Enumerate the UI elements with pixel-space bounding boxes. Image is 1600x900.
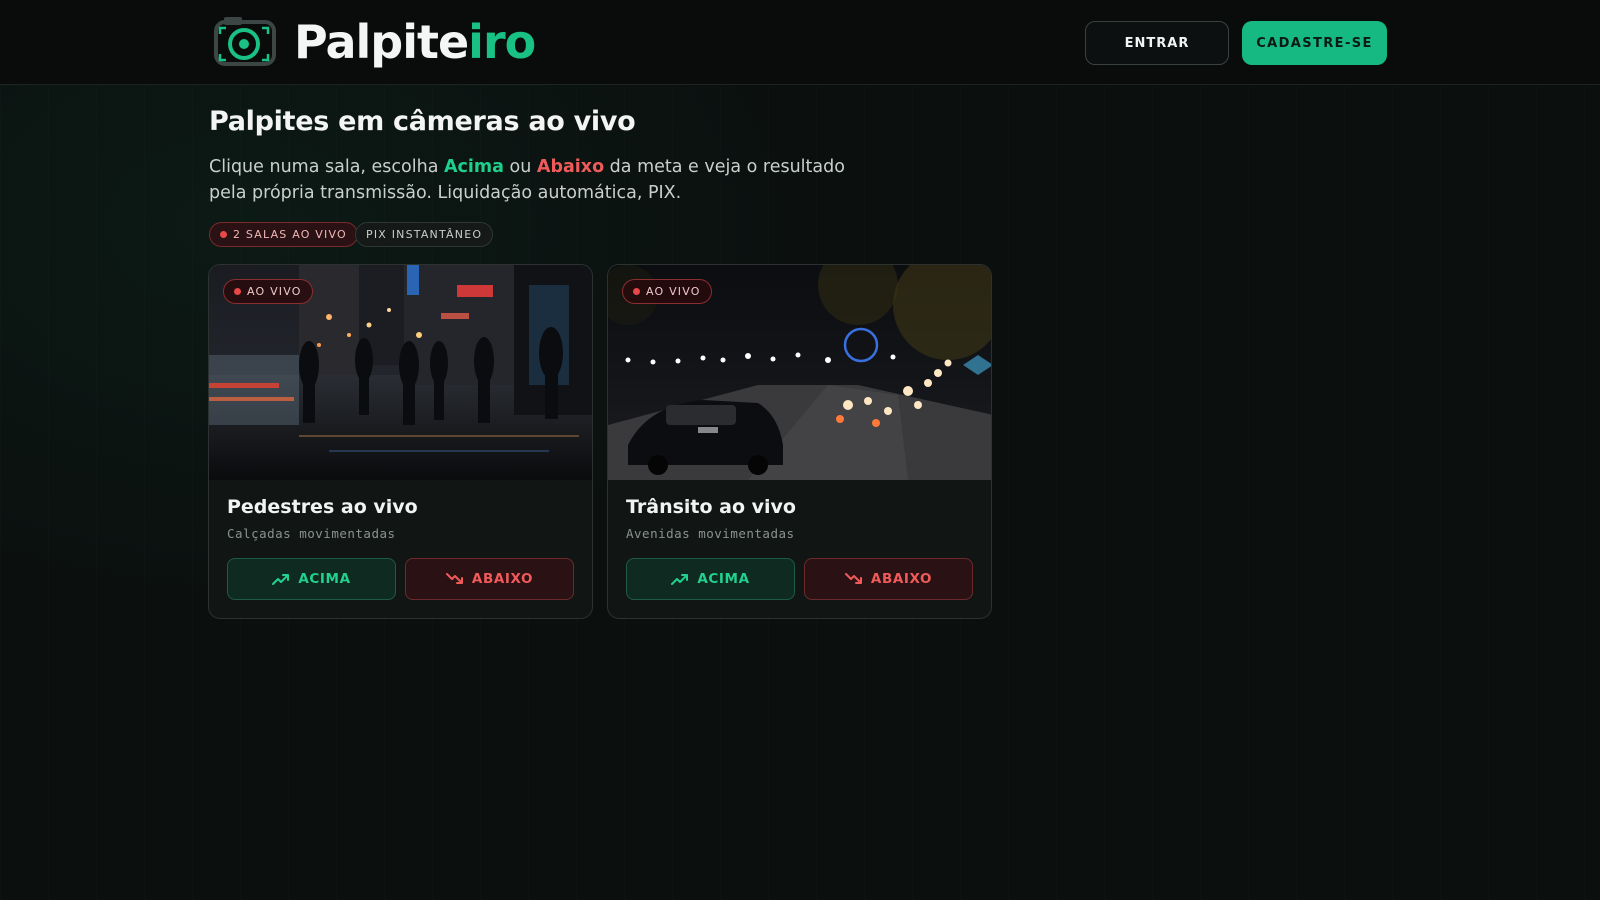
bet-down-button[interactable]: ABAIXO [405,558,574,600]
brand-name-part1: Palpite [294,15,469,69]
top-navbar: Palpiteiro ENTRAR CADASTRE-SE [0,0,1600,85]
bet-down-button[interactable]: ABAIXO [804,558,973,600]
room-thumbnail[interactable]: AO VIVO [608,265,991,480]
room-title: Pedestres ao vivo [227,496,418,518]
live-dot-icon [234,288,241,295]
bet-up-label: ACIMA [298,571,351,587]
page-description: Clique numa sala, escolha Acima ou Abaix… [209,154,849,206]
room-card-traffic[interactable]: AO VIVO Trânsito ao vivo Avenidas movime… [607,264,992,619]
pix-badge: PIX INSTANTÂNEO [355,222,494,247]
pix-label: PIX INSTANTÂNEO [366,228,483,241]
live-badge: AO VIVO [223,279,313,304]
bet-up-button[interactable]: ACIMA [626,558,795,600]
login-button[interactable]: ENTRAR [1085,21,1229,65]
bet-down-label: ABAIXO [870,571,933,587]
live-rooms-label: 2 SALAS AO VIVO [233,228,347,241]
trending-down-icon [844,573,862,584]
camera-icon [210,12,282,72]
room-subtitle: Avenidas movimentadas [626,526,795,541]
bet-up-label: ACIMA [697,571,750,587]
live-dot-icon [220,231,227,238]
room-thumbnail[interactable]: AO VIVO [209,265,592,480]
desc-up-word: Acima [444,157,504,177]
brand-name-part2: iro [468,15,536,69]
brand-logo[interactable]: Palpiteiro [210,10,536,74]
bet-down-label: ABAIXO [471,571,534,587]
live-badge-label: AO VIVO [646,285,701,298]
live-badge: AO VIVO [622,279,712,304]
trending-up-icon [272,574,290,585]
trending-down-icon [445,573,463,584]
live-dot-icon [633,288,640,295]
desc-part-2: ou [503,157,537,177]
room-card-pedestrians[interactable]: AO VIVO Pedestres ao vivo Calçadas movim… [208,264,593,619]
desc-down-word: Abaixo [536,157,605,177]
live-badge-label: AO VIVO [247,285,302,298]
bet-up-button[interactable]: ACIMA [227,558,396,600]
brand-name: Palpiteiro [294,19,536,65]
desc-part-1: Clique numa sala, escolha [209,157,444,177]
room-title: Trânsito ao vivo [626,496,796,518]
live-rooms-badge: 2 SALAS AO VIVO [209,222,358,247]
page-title: Palpites em câmeras ao vivo [209,106,636,137]
trending-up-icon [671,574,689,585]
signup-button[interactable]: CADASTRE-SE [1242,21,1387,65]
room-subtitle: Calçadas movimentadas [227,526,396,541]
